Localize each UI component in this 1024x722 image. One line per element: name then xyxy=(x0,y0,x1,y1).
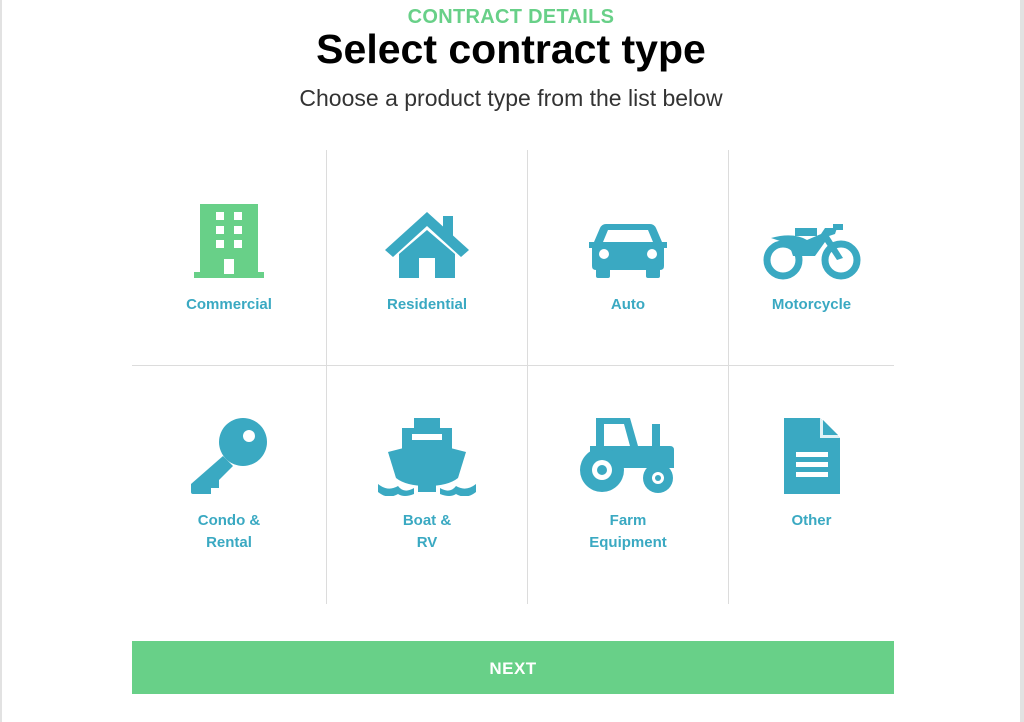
contract-type-residential[interactable]: Residential xyxy=(327,150,527,365)
contract-type-grid: Commercial Residential Auto Motorcycle C… xyxy=(132,150,894,604)
page-subtitle: Choose a product type from the list belo… xyxy=(299,85,723,111)
house-icon xyxy=(377,198,477,280)
contract-type-label: Auto xyxy=(610,296,646,313)
contract-type-other[interactable]: Other xyxy=(729,366,894,604)
contract-type-condo-rental[interactable]: Condo & Rental xyxy=(132,366,326,604)
contract-type-label: Commercial xyxy=(186,296,272,313)
contract-type-boat-rv[interactable]: Boat & RV xyxy=(327,366,527,604)
contract-type-label: Residential xyxy=(386,296,468,313)
page-title: Select contract type xyxy=(316,26,706,72)
key-icon xyxy=(179,414,279,496)
tractor-icon xyxy=(578,414,678,496)
contract-type-label: Other xyxy=(791,512,832,529)
contract-type-label: Farm Equipment xyxy=(589,512,667,551)
contract-type-farm-equipment[interactable]: Farm Equipment xyxy=(528,366,728,604)
page-frame: CONTRACT DETAILS Select contract type Ch… xyxy=(0,0,1024,722)
car-icon xyxy=(578,198,678,280)
next-button[interactable]: NEXT xyxy=(132,641,894,694)
building-icon xyxy=(179,198,279,280)
contract-type-label: Motorcycle xyxy=(771,296,852,313)
ship-icon xyxy=(377,414,477,496)
contract-type-motorcycle[interactable]: Motorcycle xyxy=(729,150,894,365)
contract-type-label: Condo & Rental xyxy=(197,512,261,551)
motorcycle-icon xyxy=(762,198,862,280)
contract-type-label: Boat & RV xyxy=(402,512,452,551)
contract-type-commercial[interactable]: Commercial xyxy=(132,150,326,365)
contract-type-auto[interactable]: Auto xyxy=(528,150,728,365)
document-icon xyxy=(762,414,862,496)
